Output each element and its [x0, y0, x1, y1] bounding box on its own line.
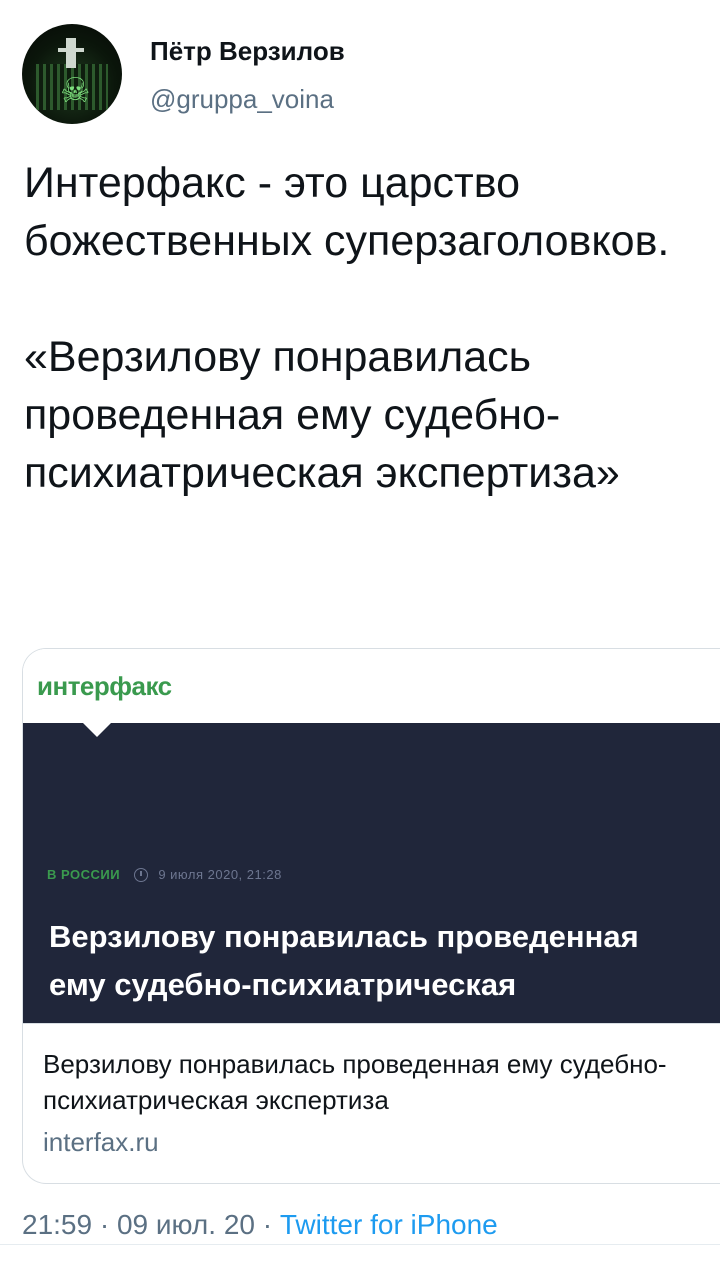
- tweet-source-link[interactable]: Twitter for iPhone: [280, 1209, 498, 1240]
- card-dark-banner: В РОССИИ 9 июля 2020, 21:28 Верзилову по…: [23, 723, 720, 1050]
- avatar[interactable]: ☠: [22, 24, 122, 124]
- article-date: 9 июля 2020, 21:28: [158, 867, 282, 882]
- card-domain: interfax.ru: [43, 1127, 159, 1157]
- card-title: Верзилову понравилась проведенная ему су…: [43, 1049, 667, 1115]
- card-image: интерфакс В РОССИИ 9 июля 2020, 21:28 Ве…: [23, 649, 720, 1050]
- card-body: Верзилову понравилась проведенная ему су…: [23, 1023, 720, 1162]
- footer-separator: ·: [254, 1209, 280, 1240]
- footer-separator: ·: [92, 1209, 117, 1240]
- tweet-footer: 21:59 · 09 июл. 20 · Twitter for iPhone: [22, 1209, 498, 1241]
- skull-icon: ☠: [60, 71, 91, 111]
- tweet-time[interactable]: 21:59: [22, 1209, 92, 1240]
- clock-icon: [134, 868, 149, 882]
- article-meta: В РОССИИ 9 июля 2020, 21:28: [47, 867, 282, 882]
- author-handle[interactable]: @gruppa_voina: [150, 84, 334, 115]
- link-card[interactable]: интерфакс В РОССИИ 9 июля 2020, 21:28 Ве…: [22, 648, 720, 1184]
- author-name[interactable]: Пётр Верзилов: [150, 36, 345, 67]
- avatar-tower: [58, 38, 84, 68]
- rubric-label: В РОССИИ: [47, 867, 121, 882]
- interfax-logo: интерфакс: [37, 671, 172, 701]
- logo-pointer: [83, 723, 111, 737]
- card-logo-bar: интерфакс: [23, 649, 720, 723]
- tweet-paragraph: «Верзилову понравилась проведенная ему с…: [24, 333, 620, 497]
- tweet-text: Интерфакс - это царство божественных суп…: [24, 154, 704, 502]
- tweet-paragraph: Интерфакс - это царство божественных суп…: [24, 159, 670, 265]
- tweet-date[interactable]: 09 июл. 20: [117, 1209, 255, 1240]
- divider: [0, 1244, 720, 1245]
